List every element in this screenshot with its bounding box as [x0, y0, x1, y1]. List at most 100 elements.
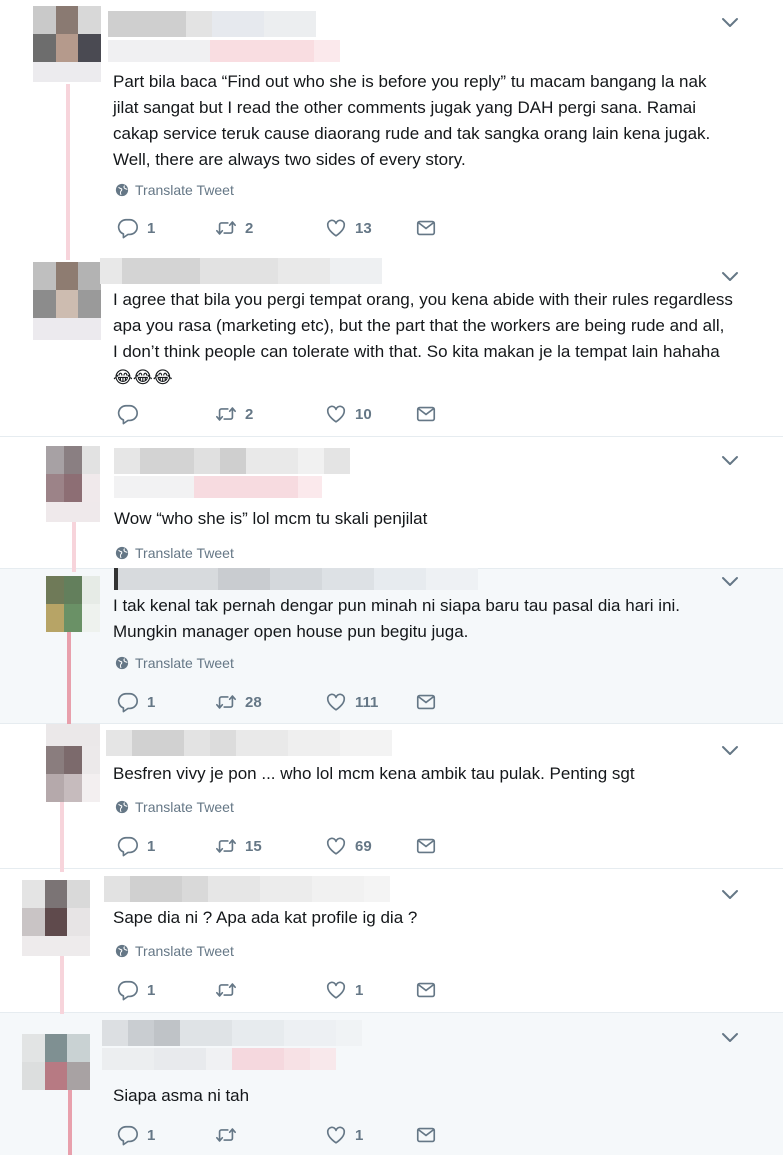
like-count: 69	[355, 837, 372, 855]
translate-label: Translate Tweet	[135, 943, 234, 959]
chevron-down-icon[interactable]	[720, 888, 740, 902]
tweet-actions: 1 1	[117, 979, 445, 1001]
thread-line	[60, 800, 64, 872]
display-name-redacted[interactable]	[108, 11, 316, 37]
like-button[interactable]: 111	[325, 691, 415, 713]
envelope-icon	[415, 403, 437, 425]
direct-message-button[interactable]	[415, 217, 445, 239]
tweet-actions: 2 10	[117, 403, 445, 425]
divider	[0, 436, 783, 437]
translate-label: Translate Tweet	[135, 655, 234, 671]
reply-icon	[117, 979, 139, 1001]
retweet-count: 2	[245, 405, 254, 423]
chevron-down-icon[interactable]	[720, 454, 740, 468]
chevron-down-icon[interactable]	[720, 744, 740, 758]
avatar[interactable]	[33, 262, 101, 318]
direct-message-button[interactable]	[415, 403, 445, 425]
envelope-icon	[415, 691, 437, 713]
display-name-redacted[interactable]	[100, 258, 382, 284]
retweet-button[interactable]: 2	[215, 217, 325, 239]
like-button[interactable]: 1	[325, 1124, 415, 1146]
retweet-count: 15	[245, 837, 262, 855]
thread-line	[60, 948, 64, 1014]
thread-line	[68, 1090, 72, 1155]
translate-tweet-link[interactable]: Translate Tweet	[115, 545, 234, 561]
translate-tweet-link[interactable]: Translate Tweet	[115, 943, 234, 959]
reply-button[interactable]: 1	[117, 835, 215, 857]
chevron-down-icon[interactable]	[720, 575, 740, 589]
reply-button[interactable]: 1	[117, 691, 215, 713]
heart-icon	[325, 217, 347, 239]
direct-message-button[interactable]	[415, 691, 445, 713]
like-button[interactable]: 69	[325, 835, 415, 857]
display-name-redacted[interactable]	[104, 876, 390, 902]
tweet-text: Sape dia ni ? Apa ada kat profile ig dia…	[113, 908, 418, 927]
translate-label: Translate Tweet	[135, 545, 234, 561]
chevron-down-icon[interactable]	[720, 1031, 740, 1045]
direct-message-button[interactable]	[415, 1124, 445, 1146]
reply-count: 1	[147, 981, 156, 999]
heart-icon	[325, 979, 347, 1001]
thread-line	[66, 84, 70, 260]
translate-tweet-link[interactable]: Translate Tweet	[115, 182, 234, 198]
username-redacted[interactable]	[102, 1048, 336, 1070]
retweet-button[interactable]	[215, 1124, 325, 1146]
reply-icon	[117, 691, 139, 713]
retweet-icon	[215, 1124, 237, 1146]
divider	[0, 723, 783, 724]
avatar[interactable]	[46, 746, 100, 802]
envelope-icon	[415, 1124, 437, 1146]
display-name-redacted[interactable]	[102, 1020, 362, 1046]
username-redacted[interactable]	[108, 40, 340, 62]
avatar-blur-edge	[33, 62, 101, 82]
reply-button[interactable]: 1	[117, 979, 215, 1001]
display-name-redacted[interactable]	[106, 730, 392, 756]
avatar[interactable]	[22, 1034, 90, 1090]
avatar-blur-edge	[33, 318, 101, 340]
reply-button[interactable]: 1	[117, 217, 215, 239]
retweet-icon	[215, 217, 237, 239]
avatar-blur-edge	[46, 724, 100, 746]
like-button[interactable]: 1	[325, 979, 415, 1001]
reply-icon	[117, 403, 139, 425]
display-name-redacted[interactable]	[114, 568, 478, 590]
direct-message-button[interactable]	[415, 979, 445, 1001]
reply-icon	[117, 1124, 139, 1146]
like-button[interactable]: 10	[325, 403, 415, 425]
chevron-down-icon[interactable]	[720, 270, 740, 284]
globe-icon	[115, 183, 129, 197]
retweet-button[interactable]: 15	[215, 835, 325, 857]
reply-button[interactable]: 1	[117, 1124, 215, 1146]
thread-line	[67, 630, 71, 725]
retweet-icon	[215, 835, 237, 857]
chevron-down-icon[interactable]	[720, 16, 740, 30]
translate-label: Translate Tweet	[135, 182, 234, 198]
globe-icon	[115, 800, 129, 814]
retweet-icon	[215, 403, 237, 425]
avatar[interactable]	[33, 6, 101, 62]
retweet-button[interactable]	[215, 979, 325, 1001]
translate-tweet-link[interactable]: Translate Tweet	[115, 655, 234, 671]
display-name-redacted[interactable]	[114, 448, 350, 474]
translate-tweet-link[interactable]: Translate Tweet	[115, 799, 234, 815]
reply-count: 1	[147, 693, 156, 711]
like-button[interactable]: 13	[325, 217, 415, 239]
envelope-icon	[415, 979, 437, 1001]
tweet-text: Siapa asma ni tah	[113, 1086, 250, 1105]
reply-button[interactable]	[117, 403, 215, 425]
globe-icon	[115, 944, 129, 958]
username-redacted[interactable]	[114, 476, 322, 498]
translate-label: Translate Tweet	[135, 799, 234, 815]
retweet-button[interactable]: 2	[215, 403, 325, 425]
avatar[interactable]	[46, 446, 100, 502]
avatar-blur-edge	[22, 936, 90, 956]
avatar[interactable]	[46, 576, 100, 632]
heart-icon	[325, 403, 347, 425]
avatar[interactable]	[22, 880, 90, 936]
envelope-icon	[415, 217, 437, 239]
direct-message-button[interactable]	[415, 835, 445, 857]
heart-icon	[325, 835, 347, 857]
avatar-blur-edge	[46, 502, 100, 522]
tweet-text: Wow “who she is” lol mcm tu skali penjil…	[114, 509, 428, 528]
retweet-button[interactable]: 28	[215, 691, 325, 713]
